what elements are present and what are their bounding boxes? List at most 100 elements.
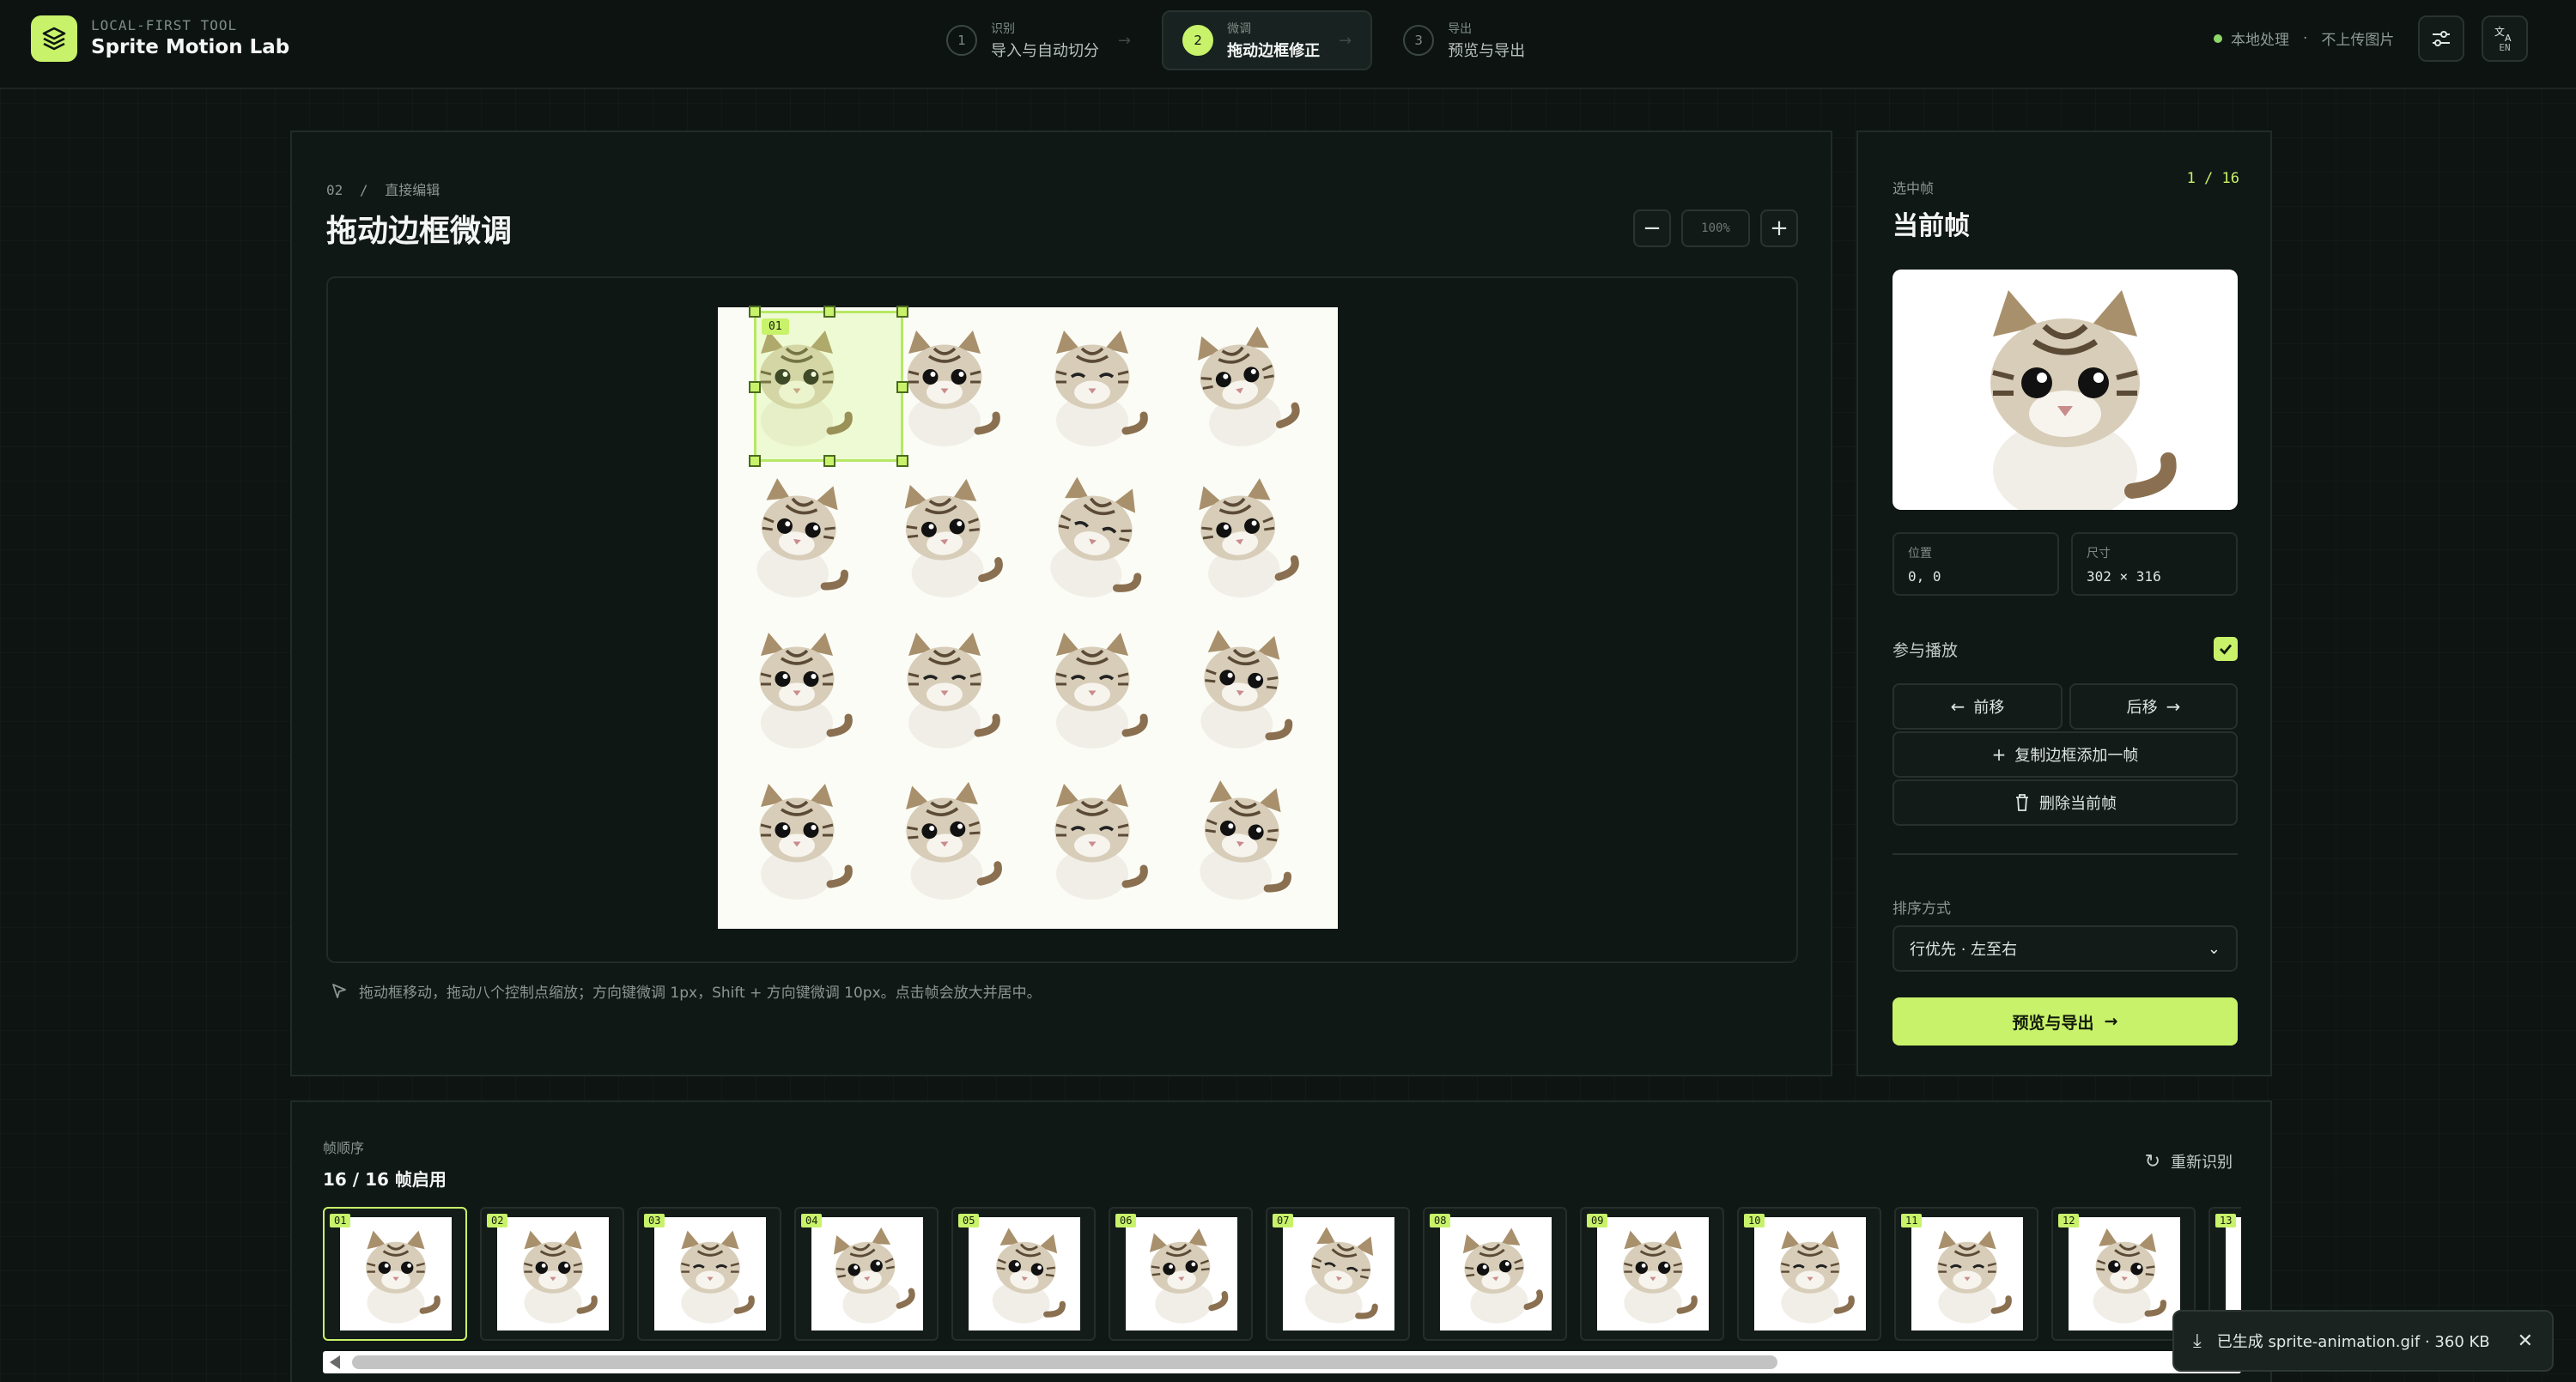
step-small-label: 识别 <box>991 22 1015 36</box>
sprite-cell[interactable] <box>1171 316 1309 453</box>
frame-thumbnail[interactable]: 06 <box>1109 1207 1253 1341</box>
frame-number: 06 <box>1115 1214 1137 1227</box>
sprite-cell[interactable] <box>876 769 1013 906</box>
scroll-left-icon[interactable] <box>330 1355 340 1369</box>
cat-sprite <box>1200 780 1291 900</box>
frame-thumbnail-image <box>1911 1217 2023 1330</box>
frame-thumbnail[interactable]: 01 <box>323 1207 467 1341</box>
export-toast: ⤓ 已生成 sprite-animation.gif · 360 KB ✕ <box>2172 1310 2554 1372</box>
sprite-cell[interactable] <box>1171 618 1309 755</box>
frame-thumbnail[interactable]: 09 <box>1580 1207 1724 1341</box>
frame-thumbnail[interactable]: 05 <box>951 1207 1096 1341</box>
resize-handle-w[interactable] <box>749 381 761 393</box>
no-upload-label: 不上传图片 <box>2321 32 2395 49</box>
frame-thumbnail[interactable]: 10 <box>1737 1207 1881 1341</box>
frame-thumbnail[interactable]: 03 <box>637 1207 781 1341</box>
arrow-right-icon: → <box>1118 31 1132 50</box>
horizontal-scrollbar[interactable] <box>323 1351 2241 1373</box>
check-icon <box>2220 644 2233 655</box>
rerecognize-label: 重新识别 <box>2171 1154 2233 1172</box>
step-2[interactable]: 2 微调 拖动边框修正 → <box>1162 10 1373 70</box>
resize-handle-n[interactable] <box>823 306 835 318</box>
close-icon[interactable]: ✕ <box>2518 1330 2533 1352</box>
sprite-cell[interactable] <box>1024 618 1161 755</box>
position-value: 0, 0 <box>1908 568 1941 585</box>
cat-sprite <box>1050 476 1142 597</box>
frame-counter: 1 / 16 <box>2186 170 2239 187</box>
language-label: EN <box>2499 41 2511 53</box>
sprite-cell[interactable] <box>1024 769 1161 906</box>
arrow-left-icon: ← <box>1950 696 1965 717</box>
frame-thumbnail[interactable]: 08 <box>1423 1207 1567 1341</box>
resize-handle-e[interactable] <box>896 381 908 393</box>
resize-handle-nw[interactable] <box>749 306 761 318</box>
resize-handle-s[interactable] <box>823 455 835 467</box>
frame-thumbnail-image <box>1754 1217 1866 1330</box>
frame-thumbnail[interactable]: 02 <box>480 1207 624 1341</box>
sprite-cell[interactable] <box>1171 467 1309 604</box>
plus-icon: + <box>1991 744 2007 765</box>
frame-thumbnail[interactable]: 04 <box>794 1207 939 1341</box>
zoom-level: 100% <box>1681 209 1750 247</box>
position-field[interactable]: 位置 0, 0 <box>1893 532 2059 596</box>
settings-button[interactable] <box>2418 15 2464 62</box>
zoom-controls: − 100% + <box>1633 209 1798 247</box>
zoom-out-button[interactable]: − <box>1633 209 1671 247</box>
frame-thumbnail-image <box>340 1217 452 1330</box>
cat-sprite <box>1054 330 1148 446</box>
trash-icon <box>2016 794 2028 811</box>
frame-thumbnail[interactable]: 07 <box>1266 1207 1410 1341</box>
filmstrip-panel: 帧顺序 16 / 16 帧启用 ↻ 重新识别 01 02 03 04 05 06… <box>290 1100 2272 1382</box>
sprite-cell[interactable] <box>728 769 866 906</box>
play-label: 参与播放 <box>1893 640 1959 660</box>
sprite-cell[interactable] <box>876 618 1013 755</box>
frame-thumbnails: 01 02 03 04 05 06 07 08 09 10 11 12 13 <box>323 1207 2241 1341</box>
layers-icon <box>31 15 77 62</box>
zoom-in-button[interactable]: + <box>1760 209 1798 247</box>
svg-text:文: 文 <box>2494 25 2505 38</box>
cat-sprite <box>759 784 853 900</box>
sprite-cell[interactable] <box>876 467 1013 604</box>
language-button[interactable]: 文 A EN <box>2482 15 2528 62</box>
sprite-cell[interactable] <box>1024 467 1161 604</box>
rerecognize-button[interactable]: ↻ 重新识别 <box>2145 1150 2233 1173</box>
move-forward-button[interactable]: 后移 → <box>2069 683 2238 730</box>
inspector-label: 选中帧 <box>1893 180 1935 197</box>
play-checkbox[interactable] <box>2214 637 2238 661</box>
step-small-label: 微调 <box>1227 22 1252 36</box>
frame-tag: 01 <box>762 318 789 335</box>
delete-frame-button[interactable]: 删除当前帧 <box>1893 779 2238 826</box>
sprite-cell[interactable] <box>1171 769 1309 906</box>
step-main-label: 导入与自动切分 <box>991 42 1099 60</box>
step-1[interactable]: 1 识别 导入与自动切分 → <box>927 10 1150 70</box>
status-dot <box>2214 33 2222 43</box>
page-title: 拖动边框微调 <box>326 214 513 249</box>
translate-icon: 文 A <box>2494 25 2512 42</box>
scroll-thumb[interactable] <box>352 1355 1777 1369</box>
resize-handle-ne[interactable] <box>896 306 908 318</box>
resize-handle-sw[interactable] <box>749 455 761 467</box>
size-value: 302 × 316 <box>2087 568 2161 585</box>
step-3[interactable]: 3 导出 预览与导出 <box>1384 10 1544 70</box>
cat-sprite <box>756 478 848 597</box>
move-back-button[interactable]: ← 前移 <box>1893 683 2063 730</box>
sprite-cell[interactable] <box>728 618 866 755</box>
sprite-cell[interactable] <box>728 467 866 604</box>
frame-number: 10 <box>1744 1214 1765 1227</box>
sort-select[interactable]: 行优先 · 左至右 ⌄ <box>1893 925 2238 972</box>
resize-handle-se[interactable] <box>896 455 908 467</box>
filmstrip-label: 帧顺序 <box>323 1140 365 1156</box>
frame-thumbnail[interactable]: 11 <box>1894 1207 2038 1341</box>
enabled-count: 16 / 16 帧启用 <box>323 1169 447 1190</box>
divider <box>1893 853 2238 855</box>
inspector-title: 当前帧 <box>1893 211 1970 241</box>
frame-thumbnail-image <box>2069 1217 2180 1330</box>
cat-sprite <box>1199 478 1299 597</box>
duplicate-frame-button[interactable]: + 复制边框添加一帧 <box>1893 731 2238 778</box>
size-field[interactable]: 尺寸 302 × 316 <box>2071 532 2238 596</box>
sprite-cell[interactable] <box>1024 316 1161 453</box>
step-small-label: 导出 <box>1448 22 1473 36</box>
frame-selection-box[interactable]: 01 <box>749 306 908 467</box>
preview-export-button[interactable]: 预览与导出 → <box>1893 997 2238 1046</box>
cat-preview-image <box>1990 290 2177 510</box>
